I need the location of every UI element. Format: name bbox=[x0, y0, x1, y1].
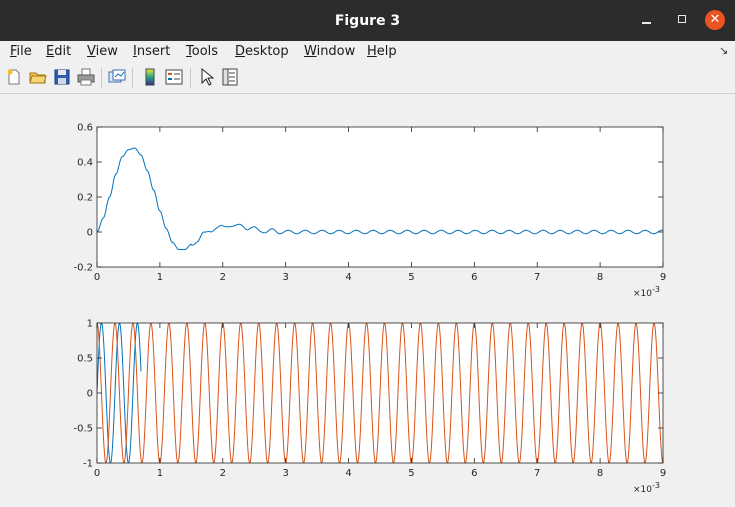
title-bar: Figure 3 ✕ bbox=[0, 0, 735, 41]
plot-area: 0 1 2 3 4 5 6 7 8 9-0.200.20.40.6×10-30 1 2 3 4 5 6 7 8 9-… bbox=[73, 123, 666, 496]
menu-mnemonic: W bbox=[304, 44, 317, 59]
close-icon: ✕ bbox=[709, 12, 721, 27]
x-tick-label: 4 bbox=[345, 272, 351, 283]
y-tick-label: 0.4 bbox=[77, 158, 93, 169]
edit-plot-icon[interactable] bbox=[197, 67, 217, 87]
x-tick-label: 3 bbox=[282, 468, 288, 479]
x-tick-label: 7 bbox=[534, 272, 540, 283]
menu-file[interactable]: File bbox=[10, 44, 32, 59]
y-tick-label: 1 bbox=[87, 319, 93, 330]
x-tick-label: 4 bbox=[345, 468, 351, 479]
x-tick-label: 9 bbox=[660, 468, 666, 479]
x-exponent-label: ×10-3 bbox=[633, 481, 660, 495]
axes-background bbox=[97, 127, 663, 267]
menu-label-rest: dit bbox=[54, 44, 72, 59]
x-tick-label: 5 bbox=[408, 468, 414, 479]
menu-label-rest: nsert bbox=[136, 44, 171, 59]
menu-window[interactable]: Window bbox=[304, 44, 355, 59]
menu-mnemonic: H bbox=[367, 44, 377, 59]
insert-legend-icon[interactable] bbox=[164, 67, 184, 87]
figure-toolbar bbox=[0, 63, 735, 94]
y-tick-label: 0.6 bbox=[77, 123, 93, 134]
figure-canvas[interactable]: 0 1 2 3 4 5 6 7 8 9 -0.2 0 0.2 0.4 0.6 ×10-3 0 1 2 3 4 5 6 7 8 9-… bbox=[3, 94, 735, 507]
maximize-button[interactable] bbox=[673, 10, 693, 30]
menu-mnemonic: V bbox=[87, 44, 96, 59]
y-tick-label: 0.2 bbox=[77, 193, 93, 204]
x-tick-label: 8 bbox=[597, 468, 603, 479]
x-tick-label: 0 bbox=[94, 272, 100, 283]
x-tick-label: 6 bbox=[471, 468, 477, 479]
y-tick-label: 0 bbox=[87, 389, 93, 400]
menu-label-rest: iew bbox=[95, 44, 118, 59]
y-tick-label: -1 bbox=[83, 459, 93, 470]
menu-view[interactable]: View bbox=[87, 44, 118, 59]
menu-edit[interactable]: Edit bbox=[46, 44, 71, 59]
menu-label-rest: elp bbox=[376, 44, 397, 59]
x-tick-label: 5 bbox=[408, 272, 414, 283]
link-plot-icon[interactable] bbox=[107, 67, 127, 87]
toolbar-separator bbox=[101, 68, 102, 88]
menu-help[interactable]: Help bbox=[367, 44, 397, 59]
dock-figure-icon[interactable]: ↘ bbox=[719, 44, 728, 57]
x-exponent-label: ×10-3 bbox=[633, 285, 660, 299]
x-tick-label: 9 bbox=[660, 272, 666, 283]
menu-insert[interactable]: Insert bbox=[133, 44, 170, 59]
x-tick-label: 0 bbox=[94, 468, 100, 479]
toolbar-separator bbox=[132, 68, 133, 88]
menu-mnemonic: D bbox=[235, 44, 246, 59]
open-file-icon[interactable] bbox=[28, 67, 48, 87]
menu-tools[interactable]: Tools bbox=[186, 44, 218, 59]
y-tick-label: -0.2 bbox=[73, 263, 93, 274]
x-tick-label: 6 bbox=[471, 272, 477, 283]
minimize-button[interactable] bbox=[637, 10, 657, 30]
x-tick-label: 2 bbox=[220, 272, 226, 283]
menu-label-rest: indow bbox=[316, 44, 356, 59]
axes-2: 0 1 2 3 4 5 6 7 8 9 -1 -0.5 0 0.5 1 ×10-3 bbox=[73, 319, 666, 496]
menu-desktop[interactable]: Desktop bbox=[235, 44, 289, 59]
axes-1: 0 1 2 3 4 5 6 7 8 9-0.200.20.40.6×10-3 bbox=[73, 123, 666, 300]
menu-label-rest: ools bbox=[191, 44, 219, 59]
x-tick-label: 8 bbox=[597, 272, 603, 283]
save-icon[interactable] bbox=[52, 67, 72, 87]
toolbar-separator bbox=[190, 68, 191, 88]
x-tick-label: 1 bbox=[157, 272, 163, 283]
x-tick-label: 3 bbox=[282, 272, 288, 283]
menu-bar: File Edit View Insert Tools Desktop Window Help bbox=[0, 41, 735, 63]
print-icon[interactable] bbox=[76, 67, 96, 87]
menu-label-rest: esktop bbox=[245, 44, 289, 59]
menu-label-rest: ile bbox=[16, 44, 32, 59]
x-tick-label: 7 bbox=[534, 468, 540, 479]
y-tick-label: 0 bbox=[87, 228, 93, 239]
x-tick-label: 2 bbox=[220, 468, 226, 479]
y-tick-label: -0.5 bbox=[73, 424, 93, 435]
menu-mnemonic: E bbox=[46, 44, 55, 59]
new-figure-icon[interactable] bbox=[4, 67, 24, 87]
x-tick-label: 1 bbox=[157, 468, 163, 479]
close-button[interactable]: ✕ bbox=[705, 10, 725, 30]
property-inspector-icon[interactable] bbox=[220, 67, 240, 87]
insert-colorbar-icon[interactable] bbox=[140, 67, 160, 87]
y-tick-label: 0.5 bbox=[77, 354, 93, 365]
window-title: Figure 3 bbox=[334, 13, 401, 29]
